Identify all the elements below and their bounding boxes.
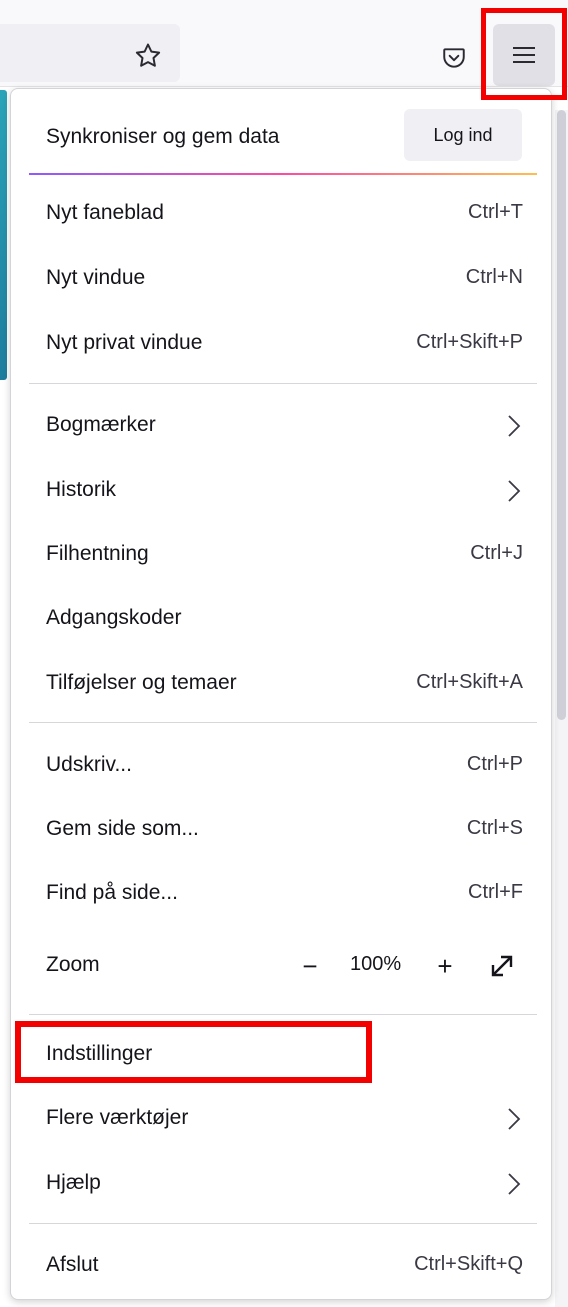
menu-item-label: Find på side...: [46, 881, 178, 904]
menu-item-new-window[interactable]: Nyt vindue Ctrl+N: [11, 250, 551, 308]
menu-separator: [29, 1014, 537, 1015]
menu-separator: [29, 383, 537, 384]
page-content-edge: [0, 90, 7, 380]
menu-item-label: Nyt vindue: [46, 266, 146, 289]
menu-item-label: Hjælp: [46, 1171, 101, 1194]
menu-separator: [29, 1223, 537, 1224]
menu-item-new-private-window[interactable]: Nyt privat vindue Ctrl+Skift+P: [11, 315, 551, 373]
chevron-right-icon: [508, 1173, 521, 1195]
menu-item-save-page[interactable]: Gem side som... Ctrl+S: [11, 801, 551, 859]
menu-item-label: Udskriv...: [46, 753, 132, 776]
star-icon: [135, 43, 161, 67]
minus-icon: −: [302, 950, 318, 981]
menu-item-more-tools[interactable]: Flere værktøjer: [11, 1090, 551, 1148]
menu-item-new-tab[interactable]: Nyt faneblad Ctrl+T: [11, 185, 551, 243]
app-menu-panel: Synkroniser og gem data Log ind Nyt fane…: [10, 88, 552, 1300]
menu-separator: [29, 722, 537, 723]
menu-item-settings[interactable]: Indstillinger: [11, 1026, 551, 1084]
menu-item-label: Nyt privat vindue: [46, 331, 203, 354]
login-button[interactable]: Log ind: [404, 109, 522, 161]
browser-toolbar: [0, 0, 568, 87]
menu-item-shortcut: Ctrl+J: [470, 542, 523, 564]
menu-item-addons-themes[interactable]: Tilføjelser og temaer Ctrl+Skift+A: [11, 655, 551, 713]
menu-item-label: Nyt faneblad: [46, 201, 164, 224]
zoom-out-button[interactable]: −: [294, 950, 326, 982]
chevron-right-icon: [508, 415, 521, 437]
zoom-in-button[interactable]: +: [429, 950, 461, 982]
menu-item-shortcut: Ctrl+Skift+P: [416, 331, 523, 353]
menu-item-quit[interactable]: Afslut Ctrl+Skift+Q: [11, 1237, 551, 1295]
menu-item-label: Indstillinger: [46, 1042, 153, 1065]
menu-item-shortcut: Ctrl+P: [466, 753, 523, 775]
sync-gradient-divider: [29, 173, 537, 175]
menu-item-label: Filhentning: [46, 542, 149, 565]
chevron-right-icon: [508, 480, 521, 502]
menu-item-shortcut: Ctrl+T: [468, 201, 523, 223]
menu-item-label: Tilføjelser og temaer: [46, 671, 237, 694]
menu-item-label: Gem side som...: [46, 817, 199, 840]
pocket-icon: [443, 48, 465, 68]
menu-item-print[interactable]: Udskriv... Ctrl+P: [11, 737, 551, 795]
menu-item-shortcut: Ctrl+N: [465, 266, 523, 288]
menu-item-label: Afslut: [46, 1253, 99, 1276]
menu-item-label: Historik: [46, 478, 117, 501]
chevron-right-icon: [508, 1108, 521, 1130]
menu-item-help[interactable]: Hjælp: [11, 1155, 551, 1213]
page-scrollbar-thumb[interactable]: [557, 110, 566, 720]
sync-section: Synkroniser og gem data Log ind: [11, 89, 551, 175]
sync-label[interactable]: Synkroniser og gem data: [46, 125, 279, 149]
bookmark-star-button[interactable]: [126, 34, 170, 78]
menu-item-shortcut: Ctrl+F: [468, 881, 523, 903]
menu-item-zoom: Zoom − 100% +: [11, 937, 551, 995]
menu-item-shortcut: Ctrl+Skift+Q: [414, 1253, 523, 1275]
hamburger-menu-icon: [513, 47, 535, 63]
menu-item-shortcut: Ctrl+Skift+A: [416, 671, 523, 693]
app-menu-button[interactable]: [493, 24, 555, 86]
zoom-level[interactable]: 100%: [350, 953, 401, 976]
pocket-button[interactable]: [432, 36, 476, 80]
menu-item-label: Zoom: [46, 953, 100, 976]
menu-item-label: Adgangskoder: [46, 606, 182, 629]
menu-item-downloads[interactable]: Filhentning Ctrl+J: [11, 526, 551, 584]
menu-item-find-in-page[interactable]: Find på side... Ctrl+F: [11, 865, 551, 923]
menu-item-shortcut: Ctrl+S: [466, 817, 523, 839]
plus-icon: +: [437, 950, 453, 981]
fullscreen-icon[interactable]: [487, 951, 517, 981]
menu-item-history[interactable]: Historik: [11, 462, 551, 520]
menu-item-passwords[interactable]: Adgangskoder: [11, 590, 551, 648]
menu-item-label: Bogmærker: [46, 413, 156, 436]
menu-item-label: Flere værktøjer: [46, 1106, 189, 1129]
menu-item-bookmarks[interactable]: Bogmærker: [11, 397, 551, 455]
